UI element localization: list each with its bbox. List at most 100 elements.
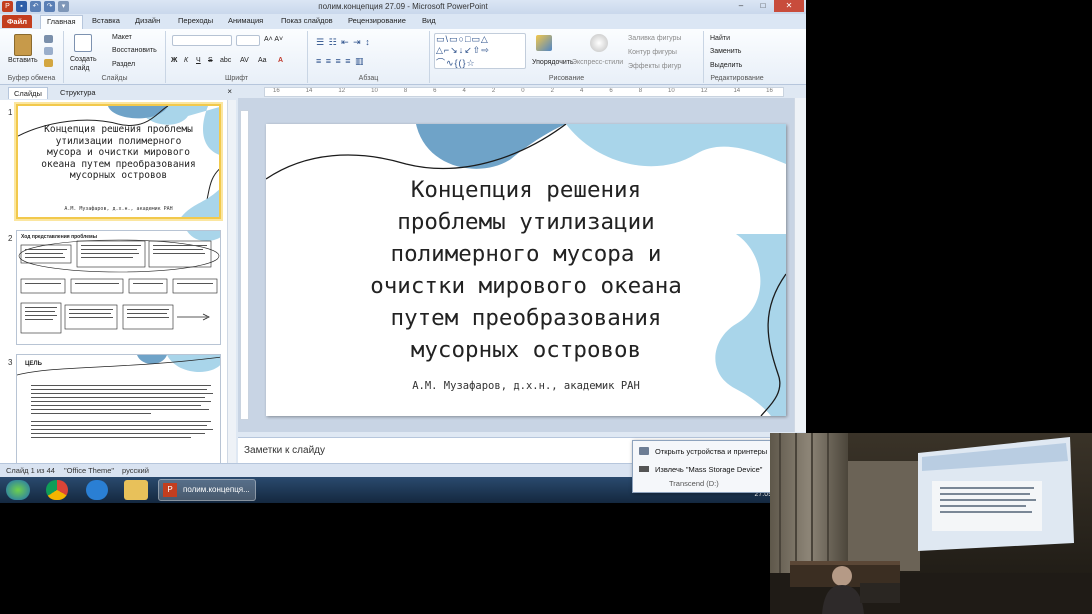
reset-button[interactable]: Восстановить — [112, 47, 157, 54]
underline-button[interactable]: Ч — [196, 57, 201, 64]
font-name-select[interactable] — [172, 35, 232, 46]
taskbar-powerpoint-task[interactable]: P полим.концепця... — [158, 479, 256, 501]
shape-effects-button[interactable]: Эффекты фигур — [628, 63, 681, 70]
ruler-tick: 16 — [766, 88, 773, 94]
usb-eject-popup: Открыть устройства и принтеры Извлечь "M… — [632, 440, 772, 493]
ribbon-tabs: Файл Главная Вставка Дизайн Переходы Ани… — [0, 14, 806, 29]
shapes-icon[interactable]: ▭\▭○□▭△ — [436, 34, 489, 45]
ribbon: Вставить Буфер обмена Создать слайд Маке… — [0, 29, 806, 85]
minimize-button[interactable]: – — [730, 0, 752, 12]
tab-animations[interactable]: Анимация — [228, 16, 263, 25]
slide-thumbnail-3[interactable]: ЦЕЛЬ — [16, 354, 221, 463]
format-painter-icon[interactable] — [44, 59, 53, 67]
group-paragraph: ☰ ☷ ⇤ ⇥ ↕ ≡ ≡ ≡ ≡ ▥ Абзац — [308, 31, 430, 83]
shapes-icon-row2[interactable]: △⌐↘↓↙⇧⇨ — [436, 45, 490, 56]
tab-design[interactable]: Дизайн — [135, 16, 160, 25]
ruler-ticks: 16 14 12 10 8 6 4 2 0 2 4 6 8 10 12 14 16 — [273, 88, 773, 94]
maximize-button[interactable]: □ — [752, 0, 774, 12]
internet-explorer-icon[interactable] — [86, 480, 108, 500]
panel-close-button[interactable]: × — [227, 87, 232, 96]
task-label: полим.концепця... — [183, 485, 250, 494]
group-label-drawing: Рисование — [548, 75, 585, 82]
arrange-button[interactable]: Упорядочить — [532, 59, 574, 66]
thumbnail-number: 3 — [8, 358, 13, 367]
italic-button[interactable]: К — [184, 57, 188, 64]
replace-button[interactable]: Заменить — [710, 48, 741, 55]
slide-subtitle[interactable]: А.М. Музафаров, д.х.н., академик РАН — [266, 380, 786, 392]
current-slide[interactable]: Концепция решения проблемы утилизации по… — [266, 124, 786, 416]
tab-slideshow[interactable]: Показ слайдов — [281, 16, 333, 25]
find-button[interactable]: Найти — [710, 35, 730, 42]
grow-font-button[interactable]: A˄ A˅ — [264, 36, 283, 43]
group-label-clipboard: Буфер обмена — [7, 75, 56, 82]
section-button[interactable]: Раздел — [112, 61, 135, 68]
tab-insert[interactable]: Вставка — [92, 16, 120, 25]
slide-thumbnail-1[interactable]: Концепция решения проблемы утилизации по… — [16, 104, 221, 219]
new-slide-icon[interactable] — [74, 34, 92, 52]
quick-styles-icon[interactable] — [590, 34, 608, 52]
character-spacing-button[interactable]: AV — [240, 57, 249, 64]
cut-icon[interactable] — [44, 35, 53, 43]
tab-view[interactable]: Вид — [422, 16, 436, 25]
group-editing: Найти Заменить Выделить Редактирование — [704, 31, 770, 83]
layout-button[interactable]: Макет — [112, 34, 132, 41]
horizontal-ruler: 16 14 12 10 8 6 4 2 0 2 4 6 8 10 12 14 16 — [264, 87, 784, 97]
bold-button[interactable]: Ж — [171, 57, 177, 64]
start-button-icon[interactable] — [6, 480, 30, 500]
tab-home[interactable]: Главная — [40, 15, 83, 29]
font-color-button[interactable]: A — [278, 57, 283, 64]
tab-file[interactable]: Файл — [2, 15, 32, 28]
tab-review[interactable]: Рецензирование — [348, 16, 406, 25]
language-indicator[interactable]: русский — [122, 466, 149, 475]
select-button[interactable]: Выделить — [710, 62, 742, 69]
group-label-font: Шрифт — [224, 75, 249, 82]
powerpoint-icon: P — [163, 483, 177, 497]
title-bar: P ▪ ↶ ↷ ▾ полим.концепция 27.09 - Micros… — [0, 0, 806, 14]
font-size-select[interactable] — [236, 35, 260, 46]
slide-title-line: Концепция решения — [410, 177, 642, 203]
arrange-icon[interactable] — [536, 35, 552, 51]
group-label-paragraph: Абзац — [358, 75, 379, 82]
thumbnail-number: 1 — [8, 108, 13, 117]
explorer-folder-icon[interactable] — [124, 480, 148, 500]
quick-styles-button[interactable]: Экспресс-стили — [572, 59, 623, 66]
new-slide-button[interactable]: Создать слайд — [70, 55, 100, 73]
lecture-hall-photo — [770, 433, 1092, 614]
shape-outline-button[interactable]: Контур фигуры — [628, 49, 677, 56]
shadow-button[interactable]: abc — [220, 57, 231, 64]
copy-icon[interactable] — [44, 47, 53, 55]
group-font: A˄ A˅ Ж К Ч S abc AV Aa A Шрифт — [166, 31, 308, 83]
slide-title[interactable]: Концепция решения проблемы утилизации по… — [306, 174, 746, 366]
ruler-tick: 0 — [521, 88, 525, 94]
shape-fill-button[interactable]: Заливка фигуры — [628, 35, 681, 42]
close-button[interactable]: ✕ — [774, 0, 804, 12]
group-drawing: ▭\▭○□▭△ △⌐↘↓↙⇧⇨ ⌒∿{(}☆ Упорядочить Экспр… — [430, 31, 704, 83]
editor-scrollbar[interactable] — [794, 98, 806, 432]
thumbnails-scrollbar[interactable] — [227, 100, 236, 463]
slide-counter: Слайд 1 из 44 — [6, 466, 55, 475]
ruler-tick: 6 — [609, 88, 613, 94]
drive-subitem[interactable]: Transcend (D:) — [669, 479, 719, 488]
ruler-tick: 10 — [668, 88, 675, 94]
strikethrough-button[interactable]: S — [208, 57, 213, 64]
tab-transitions[interactable]: Переходы — [178, 16, 213, 25]
change-case-button[interactable]: Aa — [258, 57, 267, 64]
tab-outline-panel[interactable]: Структура — [55, 87, 101, 99]
paste-button[interactable]: Вставить — [8, 57, 38, 64]
align-icon[interactable]: ≡ ≡ ≡ ≡ ▥ — [316, 56, 365, 67]
paste-icon[interactable] — [14, 34, 32, 56]
ruler-tick: 8 — [638, 88, 643, 94]
printer-icon — [639, 447, 649, 455]
chrome-icon[interactable] — [46, 480, 68, 500]
ruler-tick: 16 — [273, 88, 280, 94]
slide-thumbnail-2[interactable]: Ход представления проблемы — [16, 230, 221, 345]
open-devices-item[interactable]: Открыть устройства и принтеры — [655, 447, 767, 456]
eject-device-item[interactable]: Извлечь "Mass Storage Device" — [655, 465, 762, 474]
tab-slides-panel[interactable]: Слайды — [8, 87, 48, 99]
shapes-icon-row3[interactable]: ⌒∿{(}☆ — [436, 56, 476, 69]
bullets-icon[interactable]: ☰ ☷ ⇤ ⇥ ↕ — [316, 37, 371, 48]
ruler-tick: 8 — [403, 88, 408, 94]
ruler-tick: 4 — [462, 88, 466, 94]
ruler-tick: 12 — [700, 88, 708, 94]
slide-thumbnails: 1 Концепция решения проблемы утилизации … — [0, 100, 236, 463]
